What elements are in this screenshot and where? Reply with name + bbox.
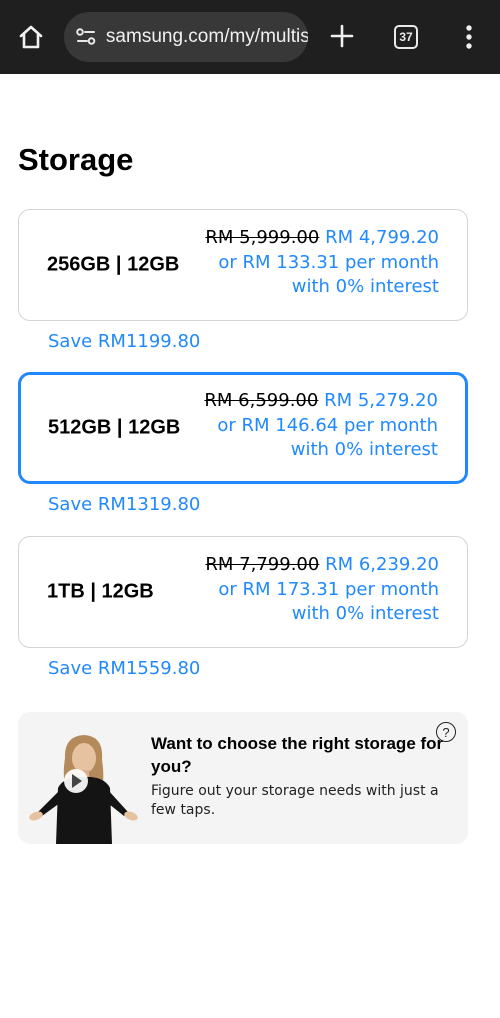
address-bar[interactable]: samsung.com/my/multisto — [64, 12, 308, 62]
browser-toolbar: samsung.com/my/multisto 37 — [0, 0, 500, 74]
savings-label: Save RM1199.80 — [48, 331, 201, 352]
storage-guide-card[interactable]: Want to choose the right storage for you… — [18, 712, 468, 844]
savings-label: Save RM1559.80 — [48, 658, 201, 679]
sale-price: RM 5,279.20 — [324, 390, 438, 411]
original-price: RM 6,599.00 — [204, 390, 319, 411]
page-title: Storage — [18, 142, 134, 177]
storage-option-name: 1TB | 12GB — [47, 580, 154, 603]
home-icon[interactable] — [14, 20, 48, 54]
storage-option-256gb[interactable]: 256GB | 12GB RM 5,999.00 RM 4,799.20 or … — [18, 209, 468, 321]
storage-option-price: RM 7,799.00 RM 6,239.20 or RM 173.31 per… — [205, 553, 439, 627]
monthly-price: or RM 173.31 per month — [218, 578, 439, 600]
guide-title: Want to choose the right storage for you… — [151, 734, 444, 776]
guide-video-thumbnail[interactable] — [28, 728, 138, 844]
tune-icon[interactable] — [74, 24, 98, 50]
url-text[interactable]: samsung.com/my/multisto — [106, 26, 308, 48]
monthly-price: or RM 146.64 per month — [217, 414, 438, 436]
help-icon[interactable]: ? — [436, 722, 456, 742]
storage-option-price: RM 5,999.00 RM 4,799.20 or RM 133.31 per… — [205, 226, 439, 300]
original-price: RM 7,799.00 — [205, 554, 320, 575]
interest-note: with 0% interest — [290, 439, 438, 460]
storage-option-name: 256GB | 12GB — [47, 253, 180, 276]
more-vert-icon[interactable] — [458, 22, 480, 52]
savings-label: Save RM1319.80 — [48, 494, 201, 515]
guide-description: Figure out your storage needs with just … — [151, 783, 439, 818]
plus-icon[interactable] — [326, 20, 358, 52]
interest-note: with 0% interest — [291, 603, 439, 624]
storage-option-price: RM 6,599.00 RM 5,279.20 or RM 146.64 per… — [204, 389, 438, 463]
monthly-price: or RM 133.31 per month — [218, 251, 439, 273]
tab-switcher-icon[interactable]: 37 — [394, 25, 418, 49]
storage-option-name: 512GB | 12GB — [48, 416, 181, 439]
storage-option-1tb[interactable]: 1TB | 12GB RM 7,799.00 RM 6,239.20 or RM… — [18, 536, 468, 648]
storage-option-512gb[interactable]: 512GB | 12GB RM 6,599.00 RM 5,279.20 or … — [18, 372, 468, 484]
original-price: RM 5,999.00 — [205, 227, 320, 248]
sale-price: RM 6,239.20 — [325, 554, 439, 575]
interest-note: with 0% interest — [291, 276, 439, 297]
sale-price: RM 4,799.20 — [325, 227, 439, 248]
